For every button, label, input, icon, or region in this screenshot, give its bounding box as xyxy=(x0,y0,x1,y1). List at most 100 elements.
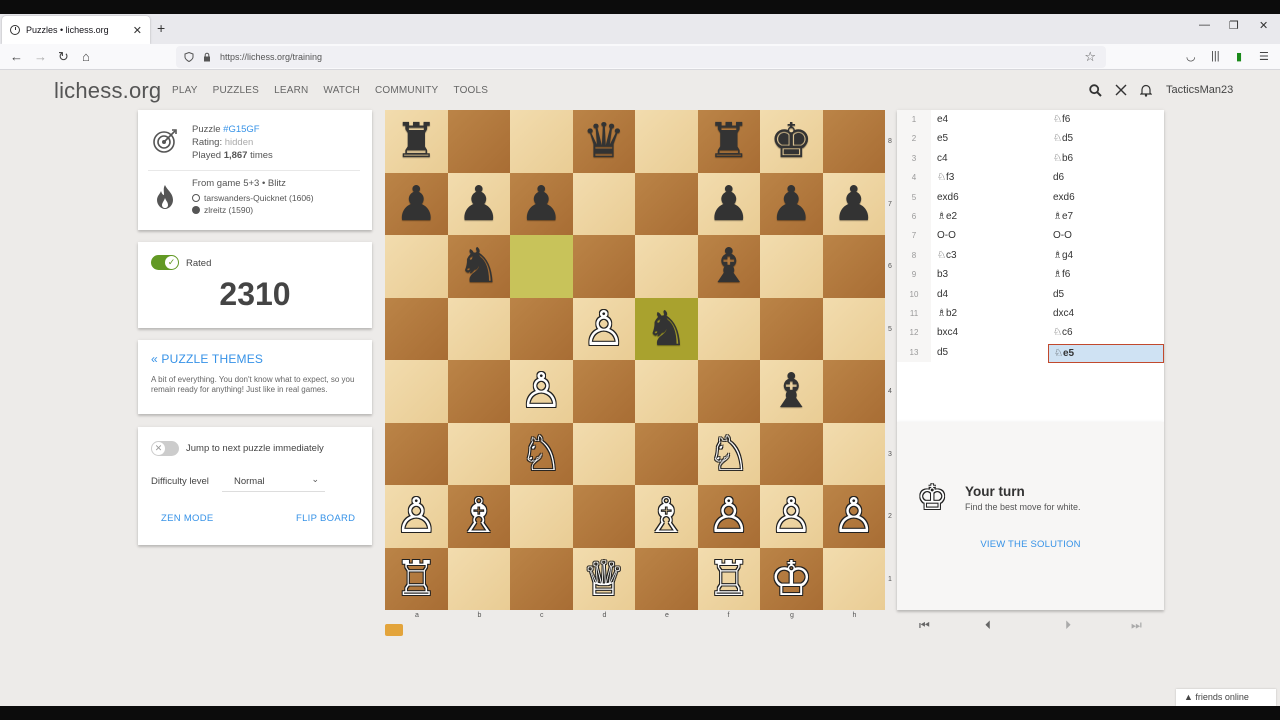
white-move[interactable]: d5 xyxy=(937,343,948,362)
white-move[interactable]: c4 xyxy=(937,149,948,168)
nav-learn[interactable]: LEARN xyxy=(274,85,308,96)
square-a4[interactable] xyxy=(385,360,448,423)
close-tab-icon[interactable]: ✕ xyxy=(133,24,142,37)
square-a6[interactable] xyxy=(385,235,448,298)
black-move[interactable]: ♘d5 xyxy=(1053,129,1073,148)
zen-mode-button[interactable]: ZEN MODE xyxy=(161,513,214,524)
square-b3[interactable] xyxy=(447,422,510,485)
square-c6[interactable] xyxy=(510,235,573,298)
square-h8[interactable] xyxy=(822,110,885,173)
square-g3[interactable] xyxy=(760,422,823,485)
browser-tab[interactable]: Puzzles • lichess.org ✕ xyxy=(2,16,150,44)
square-e1[interactable] xyxy=(635,547,698,610)
square-e6[interactable] xyxy=(635,235,698,298)
square-c5[interactable] xyxy=(510,297,573,360)
rated-toggle[interactable]: ✓ xyxy=(151,255,179,270)
white-move[interactable]: e5 xyxy=(937,129,948,148)
white-move[interactable]: O-O xyxy=(937,226,956,245)
square-h5[interactable] xyxy=(822,297,885,360)
square-d7[interactable] xyxy=(572,172,635,235)
white-rook-f1[interactable]: ♖ xyxy=(698,548,761,611)
white-player[interactable]: tarswanders-Quicknet (1606) xyxy=(192,193,314,203)
black-knight-e5[interactable]: ♞ xyxy=(635,298,698,361)
square-g6[interactable] xyxy=(760,235,823,298)
from-game-link[interactable]: From game 5+3 • Blitz xyxy=(192,178,286,189)
black-bishop-g4[interactable]: ♝ xyxy=(760,360,823,423)
lock-icon[interactable] xyxy=(202,52,212,62)
square-e3[interactable] xyxy=(635,422,698,485)
square-a3[interactable] xyxy=(385,422,448,485)
black-move[interactable]: ♘c6 xyxy=(1053,323,1073,342)
black-knight-b6[interactable]: ♞ xyxy=(448,235,511,298)
nav-community[interactable]: COMMUNITY xyxy=(375,85,438,96)
black-move[interactable]: ♘f6 xyxy=(1053,110,1070,129)
square-e7[interactable] xyxy=(635,172,698,235)
black-move[interactable]: ♗g4 xyxy=(1053,246,1073,265)
friends-online-button[interactable]: ▲ friends online xyxy=(1176,689,1276,706)
white-knight-f3[interactable]: ♘ xyxy=(698,423,761,486)
white-rook-a1[interactable]: ♖ xyxy=(385,548,448,611)
black-player[interactable]: zlreitz (1590) xyxy=(192,205,253,215)
last-move-button[interactable]: ⏭ xyxy=(1131,618,1142,633)
black-move[interactable]: ♘b6 xyxy=(1053,149,1073,168)
black-move[interactable]: ♗e7 xyxy=(1053,207,1073,226)
challenge-swords-icon[interactable] xyxy=(1115,84,1127,96)
url-bar[interactable]: https://lichess.org/training ☆ xyxy=(176,46,1106,68)
puzzle-id-link[interactable]: #G15GF xyxy=(223,124,259,135)
black-pawn-h7[interactable]: ♟ xyxy=(823,173,886,236)
black-pawn-c7[interactable]: ♟ xyxy=(510,173,573,236)
black-king-g8[interactable]: ♚ xyxy=(760,110,823,173)
user-menu[interactable]: TacticsMan23 xyxy=(1166,84,1233,96)
minimize-window-icon[interactable]: — xyxy=(1199,19,1210,31)
square-f5[interactable] xyxy=(697,297,760,360)
black-move[interactable]: d5 xyxy=(1053,285,1064,304)
back-arrow-icon[interactable]: ← xyxy=(10,49,23,64)
white-king-g1[interactable]: ♔ xyxy=(760,548,823,611)
flip-board-button[interactable]: FLIP BOARD xyxy=(296,513,355,524)
square-b1[interactable] xyxy=(447,547,510,610)
puzzle-themes-link[interactable]: « PUZZLE THEMES xyxy=(151,352,263,366)
square-e8[interactable] xyxy=(635,110,698,173)
difficulty-select[interactable]: Normal ⌄ xyxy=(222,470,325,492)
black-pawn-g7[interactable]: ♟ xyxy=(760,173,823,236)
square-b4[interactable] xyxy=(447,360,510,423)
white-move[interactable]: b3 xyxy=(937,265,948,284)
square-g5[interactable] xyxy=(760,297,823,360)
nav-watch[interactable]: WATCH xyxy=(323,85,360,96)
square-c8[interactable] xyxy=(510,110,573,173)
home-icon[interactable]: ⌂ xyxy=(82,49,90,64)
square-a5[interactable] xyxy=(385,297,448,360)
white-pawn-a2[interactable]: ♙ xyxy=(385,485,448,548)
square-c2[interactable] xyxy=(510,485,573,548)
nav-play[interactable]: PLAY xyxy=(172,85,198,96)
square-f4[interactable] xyxy=(697,360,760,423)
black-queen-d8[interactable]: ♛ xyxy=(573,110,636,173)
square-h4[interactable] xyxy=(822,360,885,423)
square-b5[interactable] xyxy=(447,297,510,360)
next-move-button[interactable]: ⏵ xyxy=(1065,618,1071,633)
square-h3[interactable] xyxy=(822,422,885,485)
current-move[interactable]: ♘e5 xyxy=(1048,343,1164,363)
nav-tools[interactable]: TOOLS xyxy=(453,85,488,96)
nav-puzzles[interactable]: PUZZLES xyxy=(213,85,259,96)
prev-move-button[interactable]: ⏴ xyxy=(985,618,991,633)
site-logo[interactable]: lichess.org xyxy=(54,78,161,104)
square-h1[interactable] xyxy=(822,547,885,610)
black-move[interactable]: ♗f6 xyxy=(1053,265,1070,284)
square-e4[interactable] xyxy=(635,360,698,423)
white-move[interactable]: bxc4 xyxy=(937,323,958,342)
chess-board[interactable]: ♜ ♛ ♜ ♚ ♟ ♟ ♟ ♟ ♟ ♟ ♞ ♝ ♙ ♞ ♙ ♝ ♘ ♘ ♙ ♗ ♗ ♙ ♙ ♙ ♖ ♕ ♖ ♔ xyxy=(385,110,885,610)
black-pawn-f7[interactable]: ♟ xyxy=(698,173,761,236)
black-move[interactable]: dxc4 xyxy=(1053,304,1074,323)
black-pawn-b7[interactable]: ♟ xyxy=(448,173,511,236)
new-tab-button[interactable]: + xyxy=(157,20,165,36)
square-c1[interactable] xyxy=(510,547,573,610)
maximize-window-icon[interactable]: ❐ xyxy=(1229,19,1239,32)
forward-arrow-icon[interactable]: → xyxy=(34,49,47,64)
shield-icon[interactable] xyxy=(184,52,194,62)
reload-icon[interactable]: ↻ xyxy=(58,49,69,65)
white-pawn-d5[interactable]: ♙ xyxy=(573,298,636,361)
close-window-icon[interactable]: ✕ xyxy=(1259,19,1268,32)
pocket-icon[interactable]: ◡ xyxy=(1186,50,1196,63)
view-solution-button[interactable]: VIEW THE SOLUTION xyxy=(897,539,1164,550)
